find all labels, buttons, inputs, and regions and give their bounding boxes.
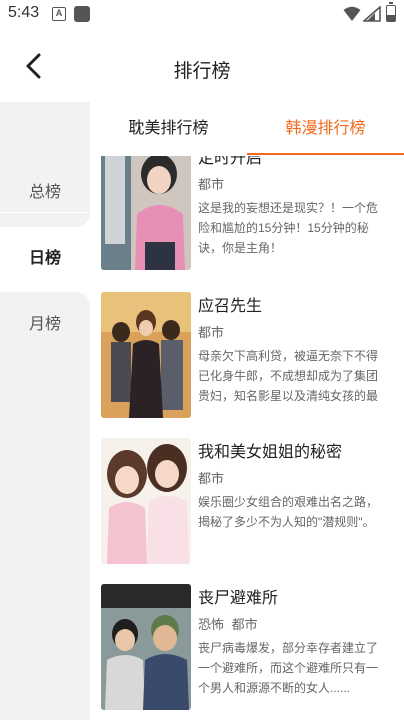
book-tag: 恐怖 <box>198 617 225 632</box>
signal-icon <box>363 6 381 22</box>
book-description: 这是我的妄想还是现实？！一个危险和尴尬的15分钟！15分钟的秘诀，你是主角！ <box>198 201 379 255</box>
book-title: 丧尸避难所 <box>198 590 279 607</box>
book-tag: 都市 <box>198 177 225 192</box>
sidebar-notch-bottom <box>0 292 90 306</box>
book-description: 母亲欠下高利贷，被逼无奈下不得已化身牛郎，不成想却成为了集团贵妇，知名影星以及清… <box>198 349 379 403</box>
book-cover <box>101 292 191 418</box>
book-tag: 都市 <box>198 471 225 486</box>
tab-hanman-ranking[interactable]: 韩漫排行榜 <box>247 102 404 156</box>
tab-bar: 耽美排行榜 韩漫排行榜 <box>90 102 404 156</box>
book-description: 丧尸病毒爆发，部分幸存者建立了一个避难所，而这个避难所只有一个男人和源源不断的女… <box>198 641 379 695</box>
notification-a-icon: A <box>52 7 66 21</box>
book-tag: 都市 <box>198 325 225 340</box>
book-tags: 恐怖 都市 <box>198 614 262 633</box>
book-item[interactable]: 应召先生 都市 母亲欠下高利贷，被逼无奈下不得已化身牛郎，不成想却成为了集团贵妇… <box>90 292 404 438</box>
book-item[interactable]: 我和美女姐姐的秘密 都市 娱乐圈少女组合的艰难出名之路，揭秘了多少不为人知的"潜… <box>90 438 404 584</box>
book-cover <box>101 438 191 564</box>
book-tags: 都市 <box>198 174 228 193</box>
book-title: 我和美女姐姐的秘密 <box>198 444 343 461</box>
tab-danmei-ranking[interactable]: 耽美排行榜 <box>90 102 247 156</box>
status-time: 5:43 <box>8 4 40 21</box>
notification-square-icon <box>74 6 90 22</box>
wifi-icon <box>343 6 361 21</box>
book-title: 应召先生 <box>198 298 263 315</box>
sidebar-item-daily[interactable]: 日榜 <box>0 212 90 306</box>
book-tag: 都市 <box>231 617 258 632</box>
page-title: 排行榜 <box>173 61 231 82</box>
book-item[interactable]: 丧尸避难所 恐怖 都市 丧尸病毒爆发，部分幸存者建立了一个避难所，而这个避难所只… <box>90 584 404 720</box>
app-header: 排行榜 <box>0 30 404 102</box>
book-cover <box>101 144 191 270</box>
book-tags: 都市 <box>198 468 228 487</box>
book-description: 娱乐圈少女组合的艰难出名之路，揭秘了多少不为人知的"潜规则"。 <box>198 495 379 529</box>
status-bar: 5:43 A <box>0 0 404 30</box>
sidebar-notch-top <box>0 213 90 227</box>
sidebar: 总榜 日榜 月榜 <box>0 102 90 720</box>
book-item[interactable]: 定时开启 都市 这是我的妄想还是现实？！一个危险和尴尬的15分钟！15分钟的秘诀… <box>90 144 404 290</box>
book-cover <box>101 584 191 710</box>
battery-icon <box>386 2 396 22</box>
active-tab-indicator <box>247 153 404 155</box>
book-tags: 都市 <box>198 322 228 341</box>
content-panel: 耽美排行榜 韩漫排行榜 定时开启 都市 这是我的妄想还是现实？！一个危险和尴尬的… <box>90 102 404 720</box>
